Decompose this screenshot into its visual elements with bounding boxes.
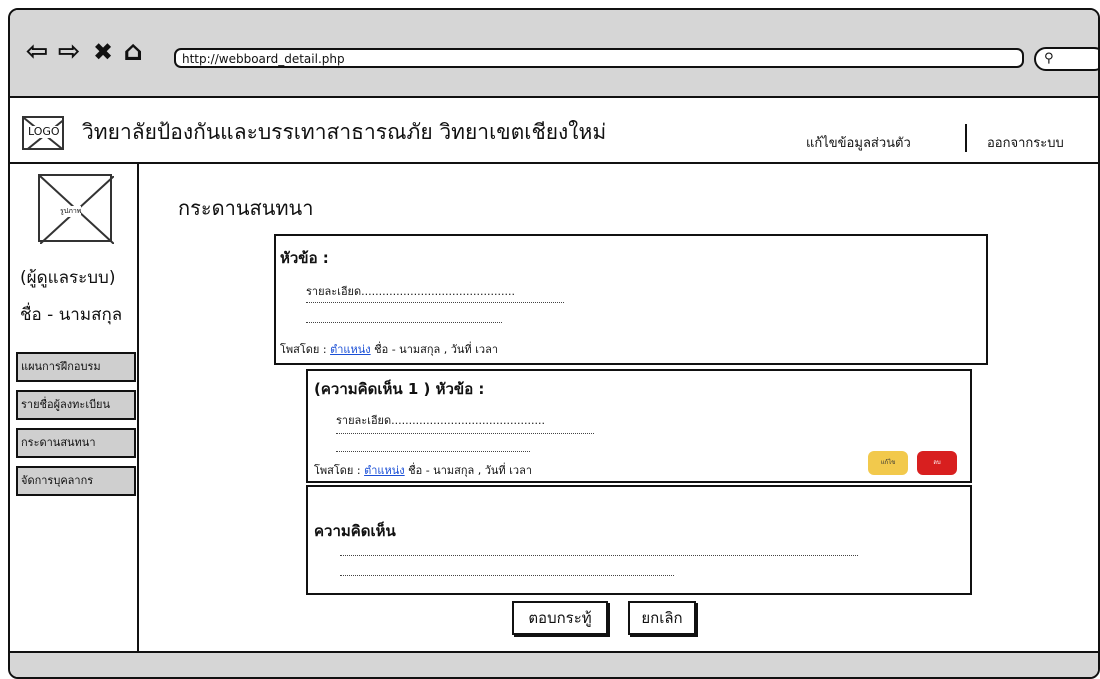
home-icon[interactable]: ⌂ (118, 37, 148, 67)
comment-card: (ความคิดเห็น 1 ) หัวข้อ : รายละเอียด....… (306, 369, 972, 483)
sidebar-item-staff[interactable]: จัดการบุคลากร (16, 466, 136, 496)
poster-position-link[interactable]: ตำแหน่ง (330, 343, 371, 356)
user-name: ชื่อ - นามสกุล (20, 305, 123, 325)
user-role: (ผู้ดูแลระบบ) (20, 268, 116, 288)
url-bar[interactable]: http://webboard_detail.php (174, 48, 1024, 68)
topic-meta: โพสโดย : ตำแหน่ง ชื่อ - นามสกุล , วันที่… (280, 340, 498, 358)
topic-card: หัวข้อ : รายละเอียด.....................… (274, 234, 988, 365)
logout-link[interactable]: ออกจากระบบ (987, 132, 1064, 153)
submit-reply-button[interactable]: ตอบกระทู้ (512, 601, 608, 635)
sidebar: รูปภาพ (ผู้ดูแลระบบ) ชื่อ - นามสกุล แผนก… (10, 164, 139, 669)
topic-detail: รายละเอียด..............................… (306, 285, 515, 298)
comment-detail-line (336, 451, 530, 452)
reply-input-line[interactable] (340, 575, 674, 576)
delete-comment-button[interactable]: ลบ (917, 451, 957, 475)
edit-comment-button[interactable]: แก้ไข (868, 451, 908, 475)
posted-by-label: โพสโดย : (280, 343, 327, 356)
forward-icon[interactable]: ⇨ (54, 37, 84, 67)
footer-bar (10, 651, 1098, 677)
comment-heading: (ความคิดเห็น 1 ) หัวข้อ : (314, 380, 485, 398)
reply-box[interactable]: ความคิดเห็น (306, 485, 972, 595)
back-icon[interactable]: ⇦ (22, 37, 52, 67)
topic-heading: หัวข้อ : (280, 249, 329, 267)
browser-window: ⇦ ⇨ ✖ ⌂ http://webboard_detail.php ⚲ LOG… (8, 8, 1100, 679)
sidebar-item-training-plan[interactable]: แผนการฝึกอบรม (16, 352, 136, 382)
logo: LOGO (22, 116, 64, 150)
page-title: กระดานสนทนา (178, 196, 314, 220)
browser-toolbar: ⇦ ⇨ ✖ ⌂ http://webboard_detail.php ⚲ (10, 10, 1098, 98)
topic-detail-line (306, 322, 502, 323)
comment-detail-line (336, 433, 594, 434)
cancel-button[interactable]: ยกเลิก (628, 601, 696, 635)
comment-detail: รายละเอียด..............................… (336, 414, 545, 427)
site-title: วิทยาลัยป้องกันและบรรเทาสาธารณภัย วิทยาเ… (82, 120, 607, 144)
reply-heading: ความคิดเห็น (314, 522, 396, 540)
avatar: รูปภาพ (38, 174, 114, 244)
poster-name-time: ชื่อ - นามสกุล , วันที่ เวลา (408, 464, 533, 477)
sidebar-item-webboard[interactable]: กระดานสนทนา (16, 428, 136, 458)
reply-input-line[interactable] (340, 555, 858, 556)
sidebar-item-registrants[interactable]: รายชื่อผู้ลงทะเบียน (16, 390, 136, 420)
close-icon[interactable]: ✖ (88, 37, 118, 67)
header-divider (965, 124, 967, 152)
avatar-label: รูปภาพ (60, 206, 82, 217)
site-header: LOGO วิทยาลัยป้องกันและบรรเทาสาธารณภัย ว… (10, 98, 1098, 164)
topic-detail-line (306, 302, 564, 303)
search-icon[interactable]: ⚲ (1044, 51, 1054, 66)
search-field[interactable]: ⚲ (1034, 47, 1098, 71)
logo-text: LOGO (27, 125, 61, 138)
posted-by-label: โพสโดย : (314, 464, 361, 477)
edit-profile-link[interactable]: แก้ไขข้อมูลส่วนตัว (806, 132, 911, 153)
comment-meta: โพสโดย : ตำแหน่ง ชื่อ - นามสกุล , วันที่… (314, 461, 532, 479)
poster-name-time: ชื่อ - นามสกุล , วันที่ เวลา (374, 343, 499, 356)
poster-position-link[interactable]: ตำแหน่ง (364, 464, 405, 477)
